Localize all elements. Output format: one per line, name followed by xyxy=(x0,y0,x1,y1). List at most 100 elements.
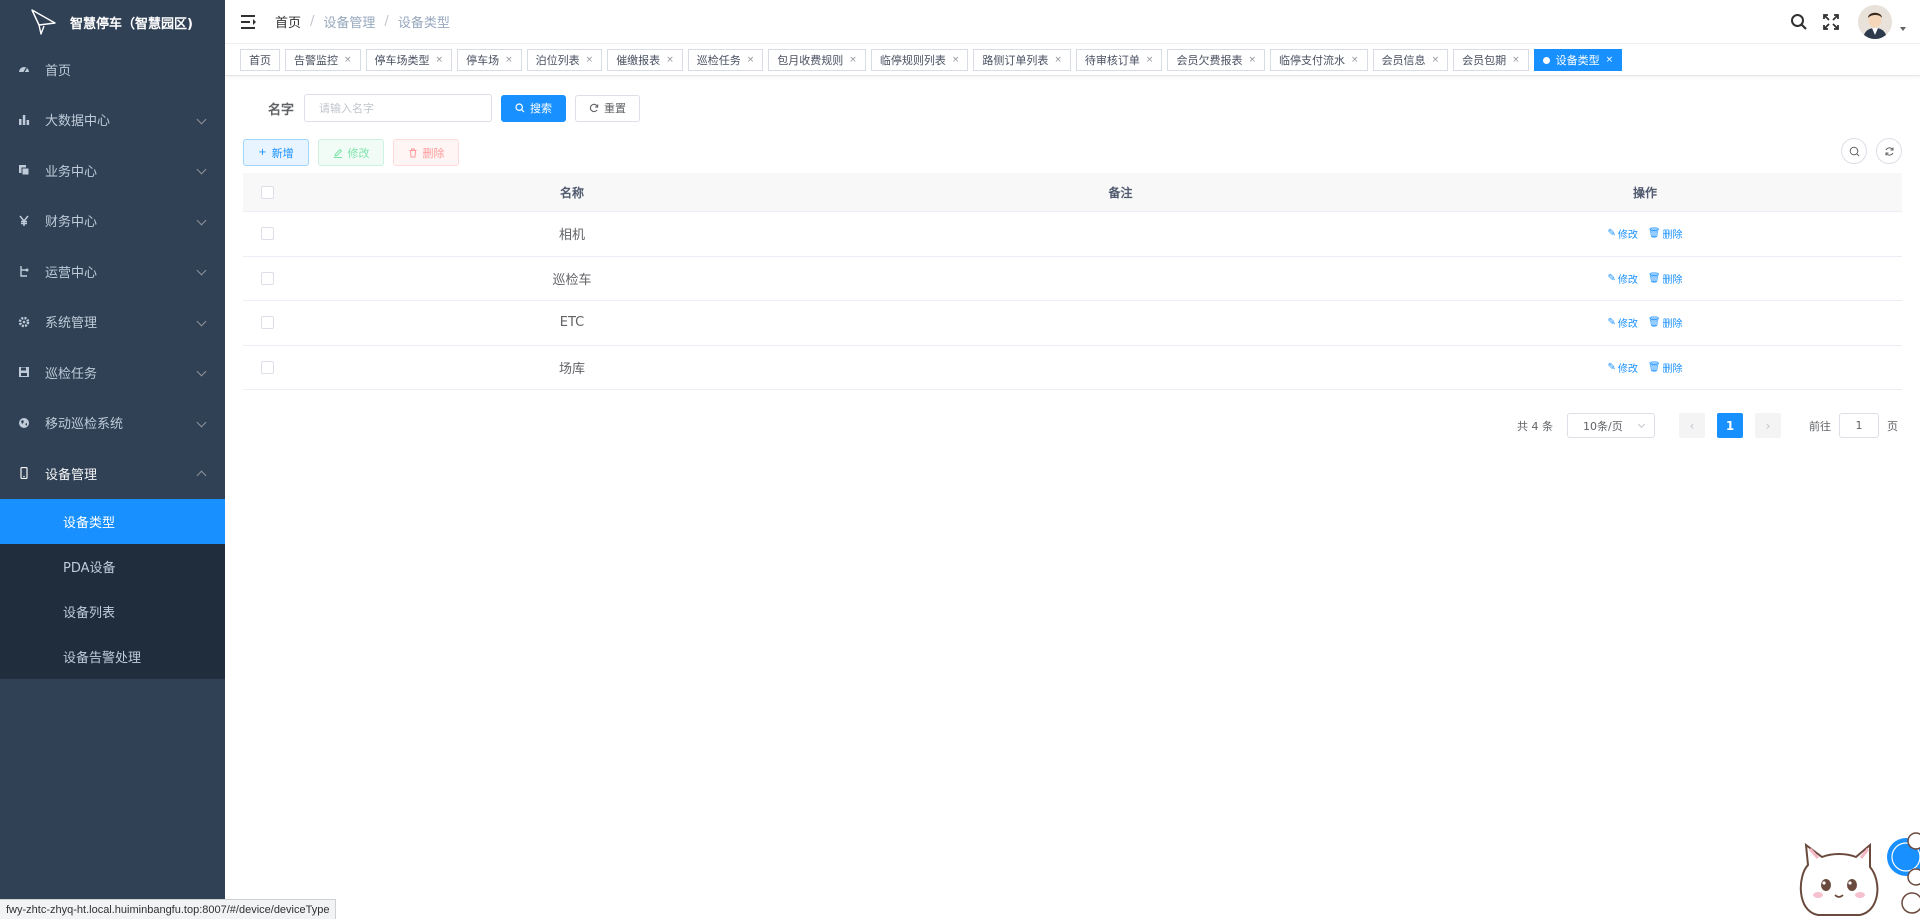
reset-button[interactable]: 重置 xyxy=(575,94,641,122)
breadcrumb-home[interactable]: 首页 xyxy=(275,12,301,31)
search-button[interactable]: 搜索 xyxy=(501,94,567,122)
close-icon[interactable]: × xyxy=(1512,55,1520,65)
delete-button-label: 删除 xyxy=(422,146,445,160)
row-checkbox[interactable] xyxy=(260,271,274,285)
sidebar-subitem-device-list[interactable]: 设备列表 xyxy=(0,589,225,634)
close-icon[interactable]: × xyxy=(666,55,674,65)
row-edit-link[interactable]: ✎ 修改 xyxy=(1607,271,1637,286)
sidebar-item-bigdata[interactable]: 大数据中心 xyxy=(0,95,225,146)
refresh-button[interactable] xyxy=(1876,138,1902,164)
sidebar-item-home[interactable]: 首页 xyxy=(0,44,225,95)
sidebar-subitem-device-alarm[interactable]: 设备告警处理 xyxy=(0,634,225,679)
add-button-label: 新增 xyxy=(271,146,294,160)
row-edit-label: 修改 xyxy=(1617,230,1638,242)
tag-parking-lot[interactable]: 停车场 × xyxy=(457,49,522,71)
prev-page-button[interactable]: ‹ xyxy=(1679,413,1705,438)
edit-icon xyxy=(333,148,342,158)
page-size-select[interactable]: 10条/页 xyxy=(1567,413,1655,438)
cell-name: ETC xyxy=(559,315,585,331)
caret-down-icon[interactable] xyxy=(1900,27,1906,31)
tag-temp-payment-flow[interactable]: 临停支付流水 × xyxy=(1270,49,1368,71)
select-all-checkbox[interactable] xyxy=(260,185,274,199)
pagination-total: 共 4 条 xyxy=(1517,419,1553,433)
edit-button[interactable]: 修改 xyxy=(318,139,384,166)
tag-home[interactable]: 首页 xyxy=(240,49,280,71)
close-icon[interactable]: × xyxy=(1351,55,1359,65)
delete-button[interactable]: 删除 xyxy=(393,139,459,166)
tag-parking-type[interactable]: 停车场类型 × xyxy=(365,49,453,71)
sidebar-item-system[interactable]: 系统管理 xyxy=(0,297,225,348)
row-edit-link[interactable]: ✎ 修改 xyxy=(1607,315,1637,330)
tag-label: 告警监控 xyxy=(294,54,338,67)
tag-alarm-monitor[interactable]: 告警监控 × xyxy=(285,49,361,71)
tag-member-period[interactable]: 会员包期 × xyxy=(1453,49,1529,71)
tag-dunning-report[interactable]: 催缴报表 × xyxy=(607,49,683,71)
sidebar-subitem-device-type[interactable]: 设备类型 xyxy=(0,498,225,544)
row-checkbox[interactable] xyxy=(260,360,274,374)
logo[interactable]: 智慧停车（智慧园区) xyxy=(0,0,225,44)
chevron-down-icon xyxy=(196,164,207,175)
column-header-note: 备注 xyxy=(1108,185,1133,200)
sidebar-item-inspection[interactable]: 巡检任务 xyxy=(0,347,225,398)
device-submenu: 设备类型 PDA设备 设备列表 设备告警处理 xyxy=(0,498,225,679)
name-search-input[interactable] xyxy=(304,94,493,122)
goto-page-input[interactable]: 1 xyxy=(1839,413,1879,438)
search-button-label: 搜索 xyxy=(530,102,553,115)
page-size-value: 10条/页 xyxy=(1583,419,1623,433)
close-icon[interactable]: × xyxy=(344,55,352,65)
close-icon[interactable]: × xyxy=(1146,55,1154,65)
sidebar-item-finance[interactable]: 财务中心 xyxy=(0,196,225,247)
close-icon[interactable]: × xyxy=(1432,55,1440,65)
tag-inspection-task[interactable]: 巡检任务 × xyxy=(687,49,764,71)
cat-mascot-icon[interactable] xyxy=(1788,815,1920,919)
row-edit-link[interactable]: ✎ 修改 xyxy=(1607,360,1637,375)
close-icon[interactable]: × xyxy=(1248,55,1256,65)
row-checkbox[interactable] xyxy=(260,227,274,241)
row-delete-link[interactable]: 🗑︎ 删除 xyxy=(1648,226,1683,241)
tag-roadside-orders[interactable]: 路侧订单列表 × xyxy=(973,49,1071,71)
fullscreen-icon[interactable] xyxy=(1822,13,1840,31)
toggle-search-button[interactable] xyxy=(1841,138,1867,164)
search-icon[interactable] xyxy=(1790,13,1808,31)
tag-label: 泊位列表 xyxy=(535,54,580,67)
row-delete-link[interactable]: 🗑︎ 删除 xyxy=(1648,360,1683,375)
tag-member-arrears[interactable]: 会员欠费报表 × xyxy=(1167,49,1266,71)
row-delete-label: 删除 xyxy=(1662,274,1683,286)
breadcrumb-separator: / xyxy=(384,14,389,29)
row-delete-link[interactable]: 🗑︎ 删除 xyxy=(1648,271,1683,286)
sidebar-item-device[interactable]: 设备管理 xyxy=(0,448,225,499)
close-icon[interactable]: × xyxy=(849,55,857,65)
save-icon xyxy=(19,367,29,378)
tag-berth-list[interactable]: 泊位列表 × xyxy=(526,49,603,71)
sidebar-item-business[interactable]: 业务中心 xyxy=(0,145,225,196)
sidebar-subitem-pda-device[interactable]: PDA设备 xyxy=(0,544,225,589)
close-icon[interactable]: × xyxy=(747,55,755,65)
tag-monthly-rule[interactable]: 包月收费规则 × xyxy=(768,49,866,71)
tag-device-type[interactable]: 设备类型 × xyxy=(1533,49,1623,71)
row-delete-link[interactable]: 🗑︎ 删除 xyxy=(1648,315,1683,330)
next-page-button[interactable]: › xyxy=(1755,413,1781,438)
edit-icon: ✎ xyxy=(1607,272,1616,284)
close-icon[interactable]: × xyxy=(586,55,594,65)
close-icon[interactable]: × xyxy=(952,55,960,65)
row-checkbox[interactable] xyxy=(260,316,274,330)
close-icon[interactable]: × xyxy=(1606,55,1614,65)
avatar[interactable] xyxy=(1858,5,1892,39)
close-icon[interactable]: × xyxy=(436,55,444,65)
row-edit-link[interactable]: ✎ 修改 xyxy=(1607,226,1637,241)
tag-pending-orders[interactable]: 待审核订单 × xyxy=(1075,49,1163,71)
tag-temp-rule-list[interactable]: 临停规则列表 × xyxy=(870,49,969,71)
chevron-up-icon xyxy=(196,470,207,481)
add-button[interactable]: + 新增 xyxy=(243,139,309,166)
hamburger-icon[interactable] xyxy=(241,14,257,29)
close-icon[interactable]: × xyxy=(505,55,513,65)
user-avatar-icon xyxy=(1858,5,1892,39)
tag-label: 设备类型 xyxy=(1555,54,1600,67)
tag-label: 会员包期 xyxy=(1462,54,1507,67)
sidebar-item-operations[interactable]: 运营中心 xyxy=(0,246,225,297)
refresh-icon xyxy=(589,103,599,113)
sidebar-item-mobile-inspection[interactable]: 移动巡检系统 xyxy=(0,398,225,449)
tag-member-info[interactable]: 会员信息 × xyxy=(1372,49,1449,71)
close-icon[interactable]: × xyxy=(1054,55,1062,65)
page-number-button[interactable]: 1 xyxy=(1717,413,1743,438)
